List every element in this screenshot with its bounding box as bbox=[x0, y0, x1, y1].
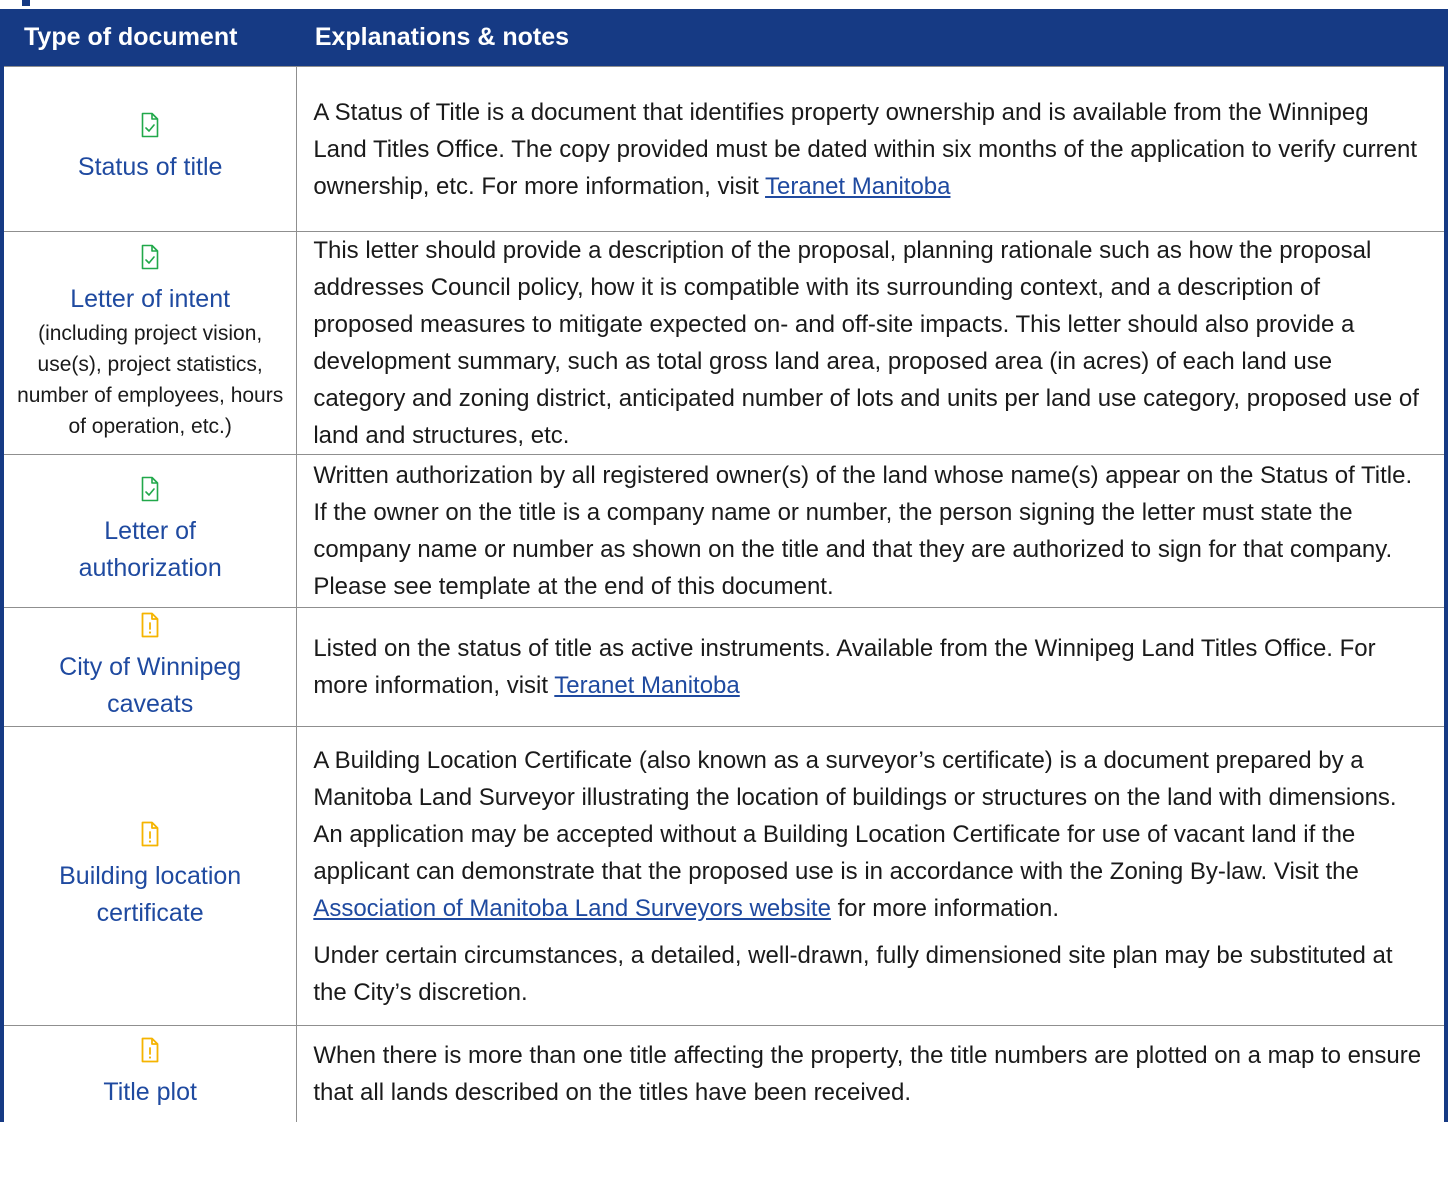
type-subtext: (including project vision, use(s), proje… bbox=[17, 322, 284, 438]
note-paragraph: When there is more than one title affect… bbox=[313, 1042, 1422, 1106]
notes-cell: This letter should provide a description… bbox=[296, 231, 1446, 455]
association-of-manitoba-land-surveyors-link[interactable]: Association of Manitoba Land Surveyors w… bbox=[313, 895, 831, 922]
type-cell: Letter of authorization bbox=[2, 454, 298, 608]
required-documents-table: Type of document Explanations & notes St… bbox=[0, 9, 1448, 1122]
header-type-of-document: Type of document bbox=[2, 9, 297, 67]
note-paragraph: This letter should provide a description… bbox=[313, 237, 1419, 449]
type-name: Status of title bbox=[77, 153, 223, 181]
type-name: City of Winnipeg caveats bbox=[59, 652, 242, 718]
document-check-icon bbox=[141, 244, 159, 270]
notes-cell: When there is more than one title affect… bbox=[296, 1025, 1446, 1122]
type-cell: Title plot bbox=[2, 1025, 298, 1122]
notes-cell: Written authorization by all registered … bbox=[296, 454, 1446, 608]
table-row: Letter of authorization Written authoriz… bbox=[2, 454, 1446, 608]
type-name: Building location certificate bbox=[59, 861, 242, 927]
document-check-icon bbox=[141, 112, 159, 138]
document-alert-icon bbox=[141, 821, 159, 846]
notes-cell: A Status of Title is a document that ide… bbox=[296, 66, 1446, 232]
table-header-row: Type of document Explanations & notes bbox=[2, 9, 1446, 67]
note-paragraph: A Status of Title is a document that ide… bbox=[313, 94, 1426, 205]
teranet-manitoba-link[interactable]: Teranet Manitoba bbox=[765, 173, 950, 200]
document-alert-icon bbox=[141, 1037, 159, 1063]
notes-cell: A Building Location Certificate (also kn… bbox=[296, 726, 1446, 1026]
table-row: Title plot When there is more than one t… bbox=[2, 1025, 1446, 1122]
document-page: Type of document Explanations & notes St… bbox=[0, 0, 1448, 1199]
top-strip-mark bbox=[22, 0, 30, 6]
note-paragraph: Listed on the status of title as active … bbox=[313, 630, 1426, 704]
type-cell: Letter of intent (including project visi… bbox=[2, 231, 298, 455]
note-paragraph: A Building Location Certificate (also kn… bbox=[313, 742, 1426, 927]
document-alert-icon bbox=[141, 612, 159, 637]
document-check-icon bbox=[141, 476, 159, 501]
notes-cell: Listed on the status of title as active … bbox=[296, 607, 1446, 727]
table-row: City of Winnipeg caveats Listed on the s… bbox=[2, 607, 1446, 727]
note-paragraph: Written authorization by all registered … bbox=[313, 462, 1413, 600]
table-row: Letter of intent (including project visi… bbox=[2, 231, 1446, 455]
note-paragraph: Under certain circumstances, a detailed,… bbox=[313, 941, 1393, 1006]
note-text: A Building Location Certificate (also kn… bbox=[313, 746, 1397, 885]
table-row: Status of title A Status of Title is a d… bbox=[2, 66, 1446, 232]
type-name: Letter of intent bbox=[70, 285, 231, 313]
type-name: Title plot bbox=[103, 1078, 197, 1106]
note-text: Listed on the status of title as active … bbox=[313, 635, 1376, 699]
type-cell: Building location certificate bbox=[2, 726, 298, 1026]
type-cell: City of Winnipeg caveats bbox=[2, 607, 298, 727]
type-name: Letter of authorization bbox=[78, 516, 222, 582]
table-row: Building location certificate A Building… bbox=[2, 726, 1446, 1026]
note-text: for more information. bbox=[830, 894, 1060, 922]
header-explanations-notes: Explanations & notes bbox=[296, 9, 1446, 67]
teranet-manitoba-link[interactable]: Teranet Manitoba bbox=[554, 672, 739, 699]
type-cell: Status of title bbox=[2, 66, 298, 232]
